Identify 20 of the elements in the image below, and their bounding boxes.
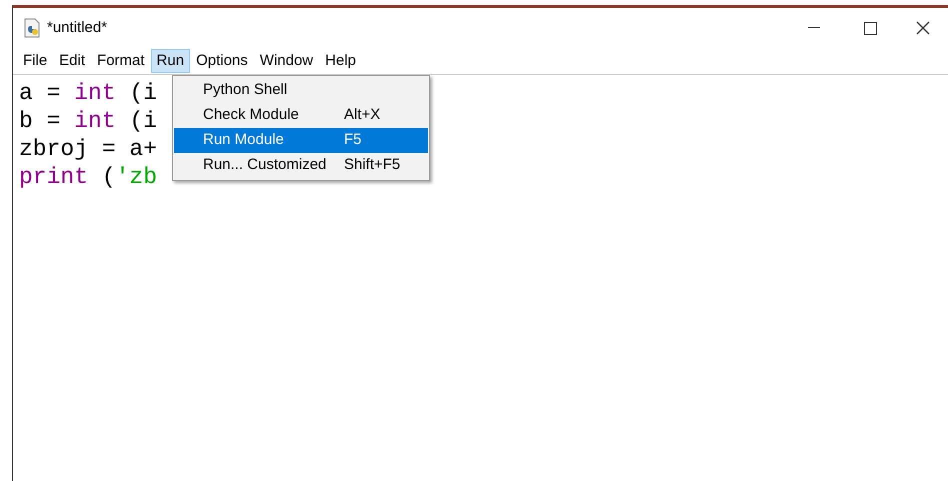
code-line: a = int (i xyxy=(19,79,158,107)
close-icon xyxy=(916,21,930,35)
menu-item[interactable]: Help xyxy=(319,49,362,73)
menu-item[interactable]: Options xyxy=(190,49,254,73)
menu-option[interactable]: Check Module Alt+X xyxy=(174,103,428,128)
menu-item[interactable]: Run xyxy=(150,49,190,73)
minimize-icon xyxy=(808,27,820,29)
window-title: *untitled* xyxy=(47,18,108,38)
menu-item[interactable]: Edit xyxy=(53,49,92,73)
menu-option[interactable]: Run... Customized Shift+F5 xyxy=(174,153,428,178)
code-line: print ('zb xyxy=(19,163,158,191)
menu-option[interactable]: Python Shell xyxy=(174,78,428,103)
python-file-icon xyxy=(23,18,41,38)
menu-item[interactable]: Window xyxy=(254,49,320,73)
menu-item[interactable]: Format xyxy=(91,49,151,73)
menu-option[interactable]: Run Module F5 xyxy=(174,128,428,153)
menu-item[interactable]: File xyxy=(17,49,54,73)
code-line: b = int (i xyxy=(19,107,158,135)
code-line: zbroj = a+ xyxy=(19,135,158,163)
maximize-icon xyxy=(864,22,876,34)
